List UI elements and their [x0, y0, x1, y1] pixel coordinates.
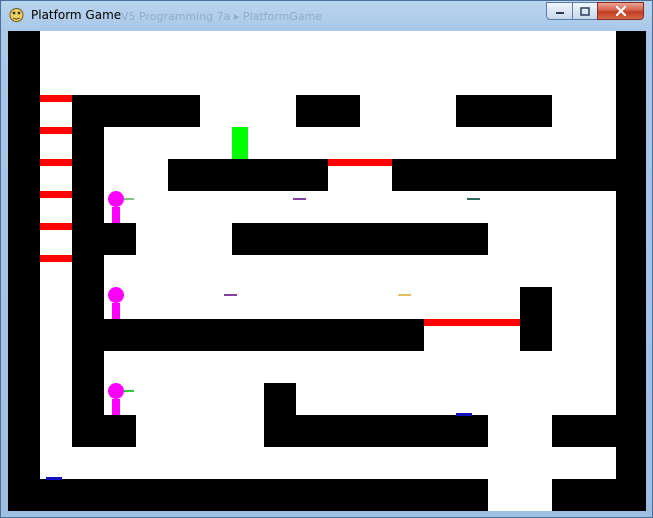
collectible-purple [224, 294, 237, 296]
platform-top-1 [72, 95, 200, 127]
floor-left [8, 479, 488, 511]
maximize-icon [580, 6, 590, 16]
player-body [112, 207, 120, 223]
window-title: Platform Game [31, 8, 122, 22]
inner-column [72, 95, 104, 447]
minimize-button[interactable] [546, 2, 573, 20]
player-head [108, 191, 124, 207]
red-bridge-row4 [424, 319, 520, 326]
step-row5 [264, 383, 296, 415]
game-window: Platform Game V5 Programming 7a ▸ Platfo… [0, 0, 653, 518]
platform-top-2 [296, 95, 360, 127]
collectible-purple [293, 198, 306, 200]
close-button[interactable] [597, 2, 644, 20]
ladder-rung [40, 95, 72, 102]
title-bar[interactable]: Platform Game V5 Programming 7a ▸ Platfo… [1, 1, 652, 31]
platform-top-3 [456, 95, 552, 127]
platform-row4 [104, 319, 424, 351]
stub-row5 [104, 415, 136, 447]
stub-row3 [104, 223, 136, 255]
right-wall [616, 31, 646, 511]
red-bridge-row2 [328, 159, 392, 166]
ladder-rung [40, 255, 72, 262]
player-body [112, 303, 120, 319]
platform-row3 [232, 223, 488, 255]
player-head [108, 287, 124, 303]
close-icon [615, 6, 626, 16]
platform-row2-left [168, 159, 328, 191]
ladder-rung [40, 223, 72, 230]
player-weapon [124, 198, 134, 200]
collectible-gold [398, 294, 411, 296]
left-wall [8, 31, 40, 511]
platform-row2-right [392, 159, 616, 191]
ladder-rung [40, 159, 72, 166]
game-canvas[interactable] [8, 31, 646, 511]
player-body [112, 399, 120, 415]
goal-block [232, 127, 248, 159]
ledge-row5-right [552, 415, 616, 447]
platform-row5 [264, 415, 488, 447]
background-window-title: V5 Programming 7a ▸ PlatformGame [121, 10, 323, 23]
pygame-snake-icon [9, 8, 24, 22]
player-head [108, 383, 124, 399]
ladder-rung [40, 127, 72, 134]
ladder-rung [40, 191, 72, 198]
collectible-blue [456, 413, 472, 416]
collectible-blue [46, 477, 62, 480]
floor-right [552, 479, 646, 511]
player-weapon [124, 390, 134, 392]
maximize-button[interactable] [572, 2, 598, 20]
collectible-teal [467, 198, 480, 200]
pillar-row4 [520, 287, 552, 351]
minimize-icon [555, 12, 564, 14]
